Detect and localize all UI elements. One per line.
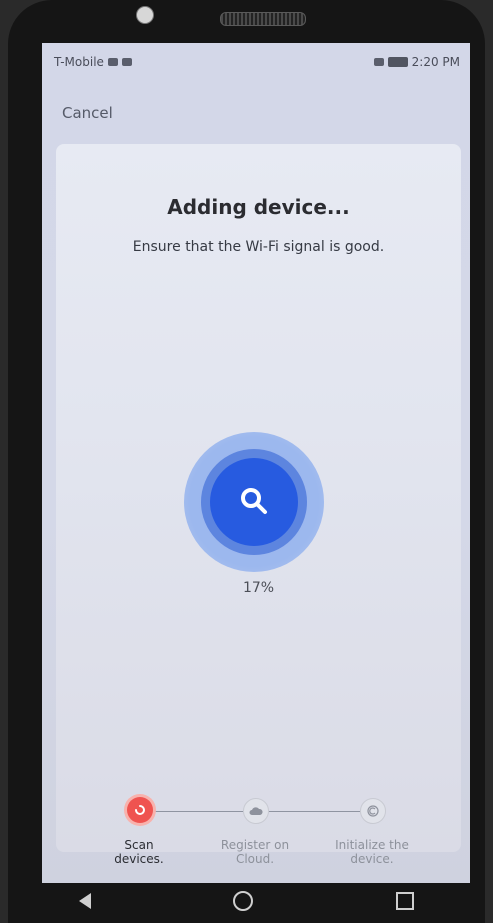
- step-2-line-1: Register on: [220, 838, 290, 852]
- step-2-label: Register on Cloud.: [200, 838, 310, 866]
- step-connector-1: [153, 811, 243, 812]
- home-icon[interactable]: [233, 891, 254, 911]
- spinner-icon: [135, 805, 145, 815]
- progress-percent: 17%: [242, 580, 275, 596]
- speaker-grille: [220, 12, 306, 26]
- back-icon[interactable]: [79, 893, 92, 909]
- front-camera: [136, 6, 154, 24]
- page-subtitle: Ensure that the Wi-Fi signal is good.: [132, 239, 385, 255]
- progress-ring-inner: [210, 458, 298, 546]
- step-2-indicator: [243, 798, 269, 824]
- carrier-name: T-Mobile: [54, 55, 104, 69]
- step-3-indicator: [360, 798, 386, 824]
- step-1-label: Scan devices.: [84, 838, 194, 866]
- progress-ring-middle: [201, 449, 307, 555]
- step-3-label: Initialize the device.: [317, 838, 427, 866]
- circle-c-icon: [367, 805, 379, 817]
- step-1-line-2: devices.: [114, 852, 164, 866]
- recent-apps-icon[interactable]: [395, 892, 414, 910]
- status-bar: T-Mobile 2:20 PM: [42, 43, 470, 81]
- screen: T-Mobile 2:20 PM Cancel Adding device...…: [42, 43, 470, 883]
- step-2-line-2: Cloud.: [235, 852, 275, 866]
- navigation-bar: [8, 879, 485, 923]
- signal-icon: [373, 58, 384, 66]
- step-1-line-1: Scan: [124, 838, 154, 852]
- page-title: Adding device...: [167, 195, 350, 219]
- status-time: 2:20 PM: [411, 55, 460, 69]
- progress-steps: Scan devices. Register on Cloud. Initial…: [56, 742, 461, 866]
- step-1-indicator: [127, 797, 153, 823]
- progress-ring: [184, 432, 324, 572]
- phone-frame: T-Mobile 2:20 PM Cancel Adding device...…: [8, 0, 485, 923]
- cancel-button[interactable]: Cancel: [62, 104, 113, 122]
- notification-icon: [107, 58, 118, 66]
- cloud-icon: [249, 807, 263, 815]
- search-icon: [241, 488, 267, 514]
- battery-icon: [387, 57, 408, 67]
- step-3-line-1: Initialize the: [335, 838, 409, 852]
- step-connector-2: [269, 811, 360, 812]
- message-icon: [121, 58, 132, 66]
- adding-device-card: Adding device... Ensure that the Wi-Fi s…: [56, 144, 461, 866]
- step-3-line-2: device.: [350, 852, 394, 866]
- status-left: T-Mobile: [54, 55, 132, 69]
- status-right: 2:20 PM: [373, 55, 460, 69]
